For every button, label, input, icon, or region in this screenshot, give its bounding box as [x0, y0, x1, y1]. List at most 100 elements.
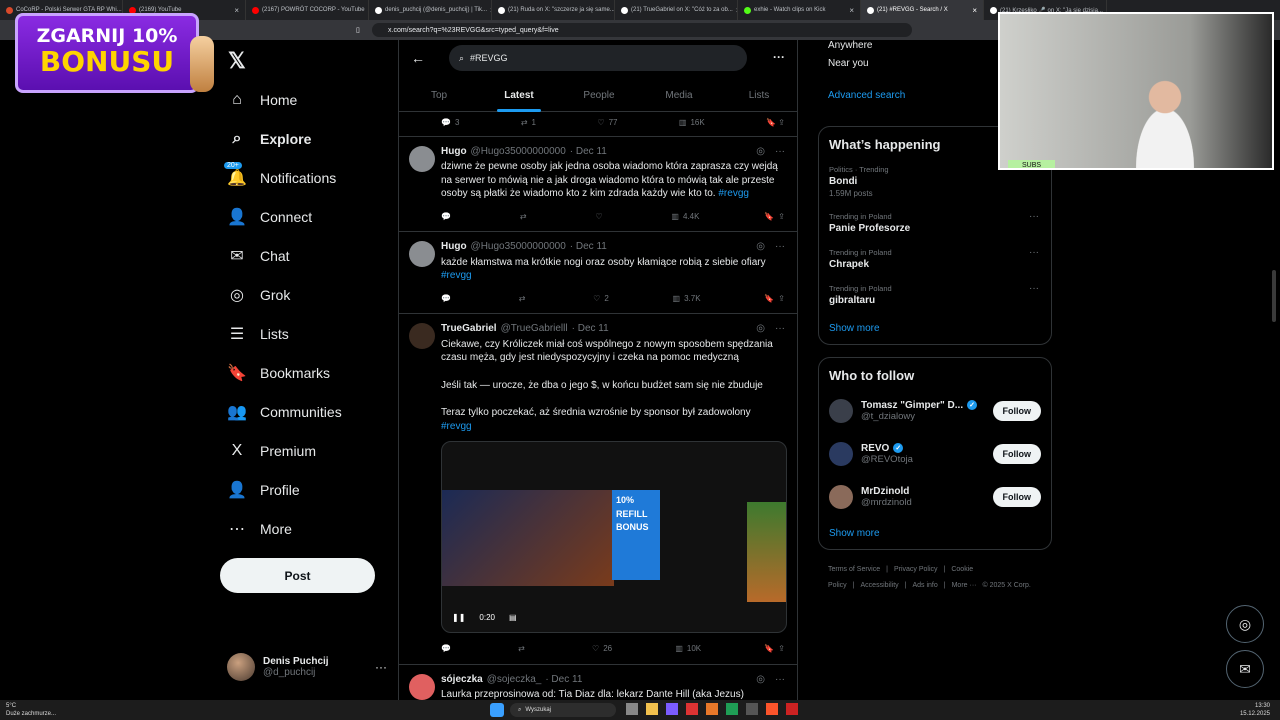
weather-widget[interactable]: 5°C Duże zachmurze... [6, 702, 56, 718]
follow-suggestion[interactable]: Tomasz "Gimper" D... ✓ @t_dzialowy Follow [819, 389, 1051, 432]
messages-float-button[interactable]: ✉ [1226, 650, 1264, 688]
tweet[interactable]: sójeczka @sojeczka_ · Dec 11 ◎ ··· Laurka prz… [399, 665, 797, 700]
sidebar-item-bookmarks[interactable]: 🔖 Bookmarks [220, 353, 390, 392]
sidebar-item-profile[interactable]: 👤 Profile [220, 470, 390, 509]
tweet-date[interactable]: · Dec 11 [545, 673, 582, 687]
reply-button[interactable]: 💬 3 [441, 116, 459, 130]
close-tab-icon[interactable]: × [972, 6, 977, 15]
tab-lists[interactable]: Lists [719, 78, 797, 112]
avatar[interactable] [409, 323, 435, 349]
show-more-follow[interactable]: Show more [819, 518, 1051, 549]
sidebar-item-lists[interactable]: ☰ Lists [220, 314, 390, 353]
reply-button[interactable]: 💬 [441, 642, 455, 656]
avatar[interactable] [409, 241, 435, 267]
x-logo-icon[interactable]: 𝕏 [228, 48, 246, 74]
hashtag-link[interactable]: #revgg [441, 420, 787, 434]
more-options-icon[interactable]: ··· [773, 50, 785, 64]
scrollbar[interactable] [1272, 270, 1276, 322]
trend-item[interactable]: Trending in Poland gibraltaru ··· [819, 277, 1051, 313]
like-button[interactable]: ♡ 2 [593, 292, 609, 306]
views-button[interactable]: ▥ 16K [679, 116, 705, 130]
more-icon[interactable]: ··· [775, 322, 785, 336]
more-icon[interactable]: ··· [775, 240, 785, 254]
repost-button[interactable]: ⇄ 1 [521, 116, 536, 130]
follow-button[interactable]: Follow [992, 486, 1041, 507]
follow-button[interactable]: Follow [992, 443, 1041, 464]
sidebar-item-explore[interactable]: ⌕ Explore [220, 119, 390, 158]
tweet[interactable]: Hugo @Hugo35000000000 · Dec 11 ◎ ··· dziwne ż… [399, 137, 797, 232]
follow-suggestion[interactable]: MrDzinold @mrdzinold Follow [819, 475, 1051, 518]
sidebar-item-chat[interactable]: ✉ Chat [220, 236, 390, 275]
app-icon[interactable] [666, 703, 678, 715]
more-icon[interactable]: ··· [1029, 283, 1039, 294]
repost-button[interactable]: ⇄ [519, 292, 530, 306]
footer-link[interactable]: Accessibility [861, 582, 899, 589]
repost-button[interactable]: ⇄ [520, 210, 531, 224]
back-arrow-icon[interactable]: ← [411, 50, 425, 66]
more-icon[interactable]: ··· [375, 660, 387, 674]
post-button[interactable]: Post [220, 558, 375, 593]
sidebar-item-notifications[interactable]: 🔔 Notifications 20+ [220, 158, 390, 197]
share-icon[interactable]: ⇪ [778, 210, 785, 224]
like-button[interactable]: ♡ 26 [592, 642, 612, 656]
grok-icon[interactable]: ◎ [756, 673, 765, 687]
author-handle[interactable]: @sojeczka_ [487, 673, 542, 687]
author-name[interactable]: Hugo [441, 240, 467, 254]
more-icon[interactable]: ··· [1029, 247, 1039, 258]
share-icon[interactable]: ⇪ [778, 642, 785, 656]
more-icon[interactable]: ··· [775, 145, 785, 159]
grok-icon[interactable]: ◎ [756, 145, 765, 159]
share-icon[interactable]: ⇪ [778, 292, 785, 306]
app-icon[interactable] [746, 703, 758, 715]
taskbar-search[interactable]: ⌕ Wyszukaj [510, 703, 616, 717]
app-icon[interactable] [726, 703, 738, 715]
tab-media[interactable]: Media [639, 78, 719, 112]
reply-button[interactable]: 💬 [441, 292, 455, 306]
sidebar-item-premium[interactable]: X Premium [220, 431, 390, 470]
bookmark-icon[interactable]: ▯ [356, 26, 360, 34]
bookmark-button[interactable]: 🔖 ⇪ [764, 210, 785, 224]
taskbar-clock[interactable]: 13:30 15.12.2025 [1240, 702, 1270, 718]
windows-start-icon[interactable] [490, 703, 504, 717]
bookmark-button[interactable]: 🔖 ⇪ [766, 116, 785, 130]
tab-top[interactable]: Top [399, 78, 479, 112]
close-tab-icon[interactable]: × [234, 6, 239, 15]
footer-link[interactable]: More ··· [952, 582, 977, 589]
trend-item[interactable]: Trending in Poland Chrapek ··· [819, 241, 1051, 277]
footer-link[interactable]: Terms of Service [828, 566, 880, 573]
tweet-date[interactable]: · Dec 11 [570, 145, 607, 159]
reply-button[interactable]: 💬 [441, 210, 455, 224]
views-button[interactable]: ▥ 10K [675, 642, 701, 656]
account-switcher[interactable]: Denis Puchcij @d_puchcij ··· [227, 650, 387, 684]
show-more-trends[interactable]: Show more [819, 313, 1051, 344]
tweet[interactable]: Hugo @Hugo35000000000 · Dec 11 ◎ ··· każde kł… [399, 232, 797, 314]
grok-icon[interactable]: ◎ [756, 322, 765, 336]
hashtag-link[interactable]: #revgg [441, 270, 472, 281]
sidebar-item-connect[interactable]: 👤 Connect [220, 197, 390, 236]
follow-suggestion[interactable]: REVO ✓ @REVOtoja Follow [819, 432, 1051, 475]
sidebar-item-communities[interactable]: 👥 Communities [220, 392, 390, 431]
sidebar-item-more[interactable]: ⋯ More [220, 509, 390, 548]
bookmark-button[interactable]: 🔖 ⇪ [764, 642, 785, 656]
footer-link[interactable]: Privacy Policy [894, 566, 938, 573]
author-handle[interactable]: @Hugo35000000000 [471, 240, 566, 254]
like-button[interactable]: ♡ 77 [597, 116, 617, 130]
browser-tab[interactable]: (21) Ruda on X: "szczerze ja się same...… [492, 0, 615, 20]
hashtag-link[interactable]: #revgg [718, 188, 749, 199]
pause-icon[interactable]: ❚❚ [452, 611, 465, 625]
browser-tab[interactable]: (21) #REVGG - Search / X × [861, 0, 984, 20]
browser-tab[interactable]: (21) TrueGabriel on X: "Cóż to za ob...× [615, 0, 738, 20]
tab-latest[interactable]: Latest [479, 78, 559, 112]
app-icon[interactable] [706, 703, 718, 715]
close-tab-icon[interactable]: × [849, 6, 854, 15]
file-explorer-icon[interactable] [646, 703, 658, 715]
sidebar-item-grok[interactable]: ◎ Grok [220, 275, 390, 314]
views-button[interactable]: ▥ 3.7K [673, 292, 701, 306]
grok-float-button[interactable]: ◎ [1226, 605, 1264, 643]
tab-people[interactable]: People [559, 78, 639, 112]
sidebar-item-home[interactable]: ⌂ Home [220, 80, 390, 119]
app-icon[interactable] [686, 703, 698, 715]
browser-tab[interactable]: exhie - Watch clips on Kick × [738, 0, 861, 20]
like-button[interactable]: ♡ [595, 210, 606, 224]
author-name[interactable]: TrueGabriel [441, 322, 497, 336]
